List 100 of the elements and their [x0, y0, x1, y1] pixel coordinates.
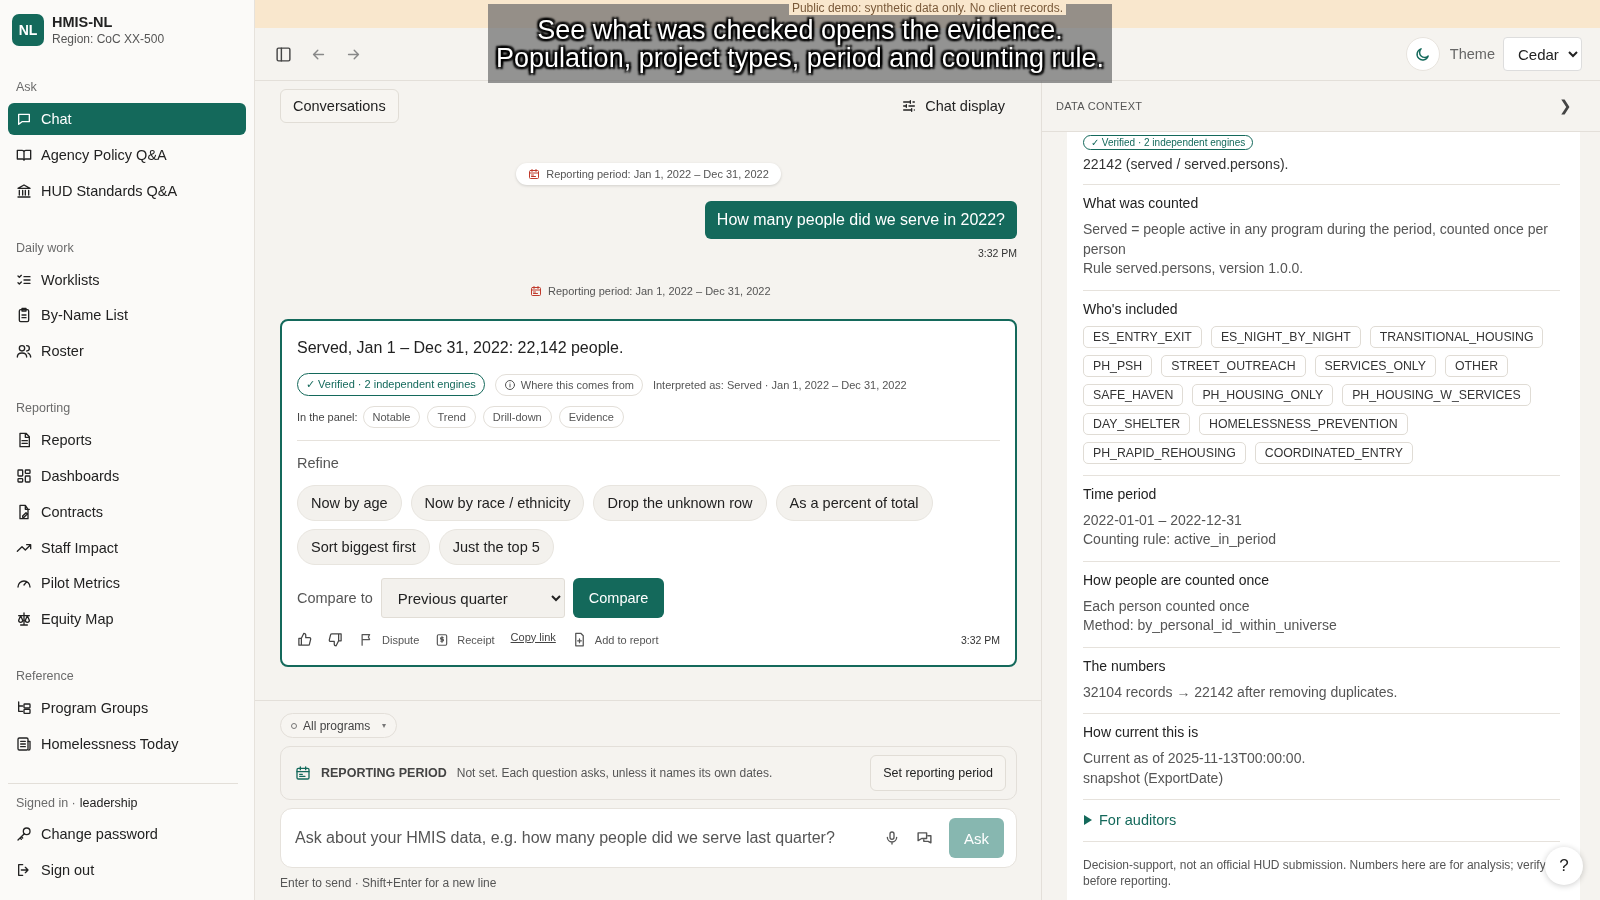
- refine-chip[interactable]: Sort biggest first: [297, 529, 430, 565]
- microphone-button[interactable]: [884, 830, 900, 846]
- compare-button[interactable]: Compare: [572, 578, 665, 618]
- project-type-tag: PH_RAPID_REHOUSING: [1083, 441, 1246, 464]
- section-title: How people are counted once: [1083, 571, 1271, 588]
- info-icon: [503, 378, 516, 391]
- period-note: Not set. Each question asks, unless it names its own dates.: [456, 766, 774, 780]
- scales-icon: [16, 611, 32, 628]
- dark-mode-button[interactable]: [1405, 37, 1440, 71]
- demo-banner: Public demo: synthetic data only. No client records.: [788, 1, 1067, 15]
- period-divider-label: Reporting period: Jan 1, 2022 – Dec 31, 2022: [548, 285, 771, 297]
- thumbs-up-icon: [297, 632, 312, 647]
- account-link[interactable]: Change password: [8, 818, 238, 851]
- panel-chip[interactable]: Notable: [362, 406, 421, 428]
- calendar-icon: [295, 765, 311, 781]
- panel-chip[interactable]: Evidence: [558, 406, 624, 428]
- panel-chip[interactable]: Drill-down: [482, 406, 552, 428]
- add-to-report-button[interactable]: Add to report: [571, 632, 659, 647]
- project-type-tag: DAY_SHELTER: [1083, 412, 1190, 435]
- thumbs-down-icon: [328, 632, 343, 647]
- section-heading: Daily work: [15, 240, 75, 255]
- section-text: Each person counted once: [1083, 596, 1251, 616]
- copy-link[interactable]: Copy link: [510, 630, 556, 643]
- hierarchy-icon: [16, 700, 32, 717]
- sidebar-item[interactable]: Agency Policy Q&A: [8, 138, 246, 171]
- sidebar-item[interactable]: Program Groups: [8, 692, 246, 725]
- receipt-button[interactable]: Receipt: [435, 632, 495, 647]
- caption-line: See what was checked opens the evidence.: [537, 15, 1063, 44]
- sidebar-icon: [275, 45, 292, 63]
- clipboard-icon: [16, 307, 32, 324]
- auditors-toggle[interactable]: For auditors: [1083, 800, 1560, 842]
- pen-document-icon: [16, 503, 32, 520]
- project-type-tag: PH_HOUSING_ONLY: [1192, 383, 1334, 406]
- section-text: Counting rule: active_in_period: [1083, 530, 1277, 549]
- thumbs-up-button[interactable]: [297, 632, 312, 647]
- project-type-tag: HOMELESSNESS_PREVENTION: [1199, 412, 1408, 435]
- sidebar-item[interactable]: Contracts: [8, 495, 246, 528]
- section-title: The numbers: [1083, 657, 1167, 674]
- refine-chip[interactable]: Drop the unknown row: [593, 485, 767, 521]
- set-period-button[interactable]: Set reporting period: [870, 755, 1006, 791]
- period-chip: Reporting period: Jan 1, 2022 – Dec 31, 2022: [516, 163, 781, 185]
- answer-headline: Served, Jan 1 – Dec 31, 2022: 22,142 people.: [297, 339, 625, 357]
- compare-select[interactable]: Previous quarter: [380, 578, 565, 618]
- sidebar-item[interactable]: Staff Impact: [8, 531, 246, 564]
- section-title: Who's included: [1083, 300, 1179, 317]
- conversations-button[interactable]: Conversations: [280, 89, 399, 123]
- source-button[interactable]: Where this comes from: [494, 373, 643, 396]
- sidebar-item[interactable]: Worklists: [8, 263, 246, 296]
- refine-chip[interactable]: As a percent of total: [775, 485, 933, 521]
- section-text: 32104 records → 22142 after removing duplicates.: [1083, 682, 1399, 702]
- sidebar-item[interactable]: Roster: [8, 335, 246, 368]
- region-label: Region: CoC XX-500: [52, 32, 165, 46]
- project-type-tag: TRANSITIONAL_HOUSING: [1369, 325, 1544, 348]
- sliders-icon: [901, 98, 918, 114]
- refine-chip[interactable]: Now by race / ethnicity: [410, 485, 585, 521]
- sidebar-toggle[interactable]: [275, 45, 292, 63]
- sidebar-item[interactable]: By-Name List: [8, 299, 246, 332]
- sidebar-item[interactable]: HUD Standards Q&A: [8, 174, 246, 207]
- project-type-tag: ES_ENTRY_EXIT: [1083, 325, 1202, 348]
- sidebar-item[interactable]: Pilot Metrics: [8, 567, 246, 600]
- sidebar-item[interactable]: Homelessness Today: [8, 727, 246, 760]
- sidebar-item[interactable]: Dashboards: [8, 460, 246, 492]
- panel-chip[interactable]: Trend: [427, 406, 476, 428]
- program-filter[interactable]: All programs ▾: [280, 713, 398, 738]
- result-value: 22142 (served / served.persons).: [1083, 156, 1560, 185]
- panel-label: In the panel:: [297, 411, 358, 423]
- project-type-tag: SAFE_HAVEN: [1083, 383, 1184, 406]
- account-link[interactable]: Sign out: [8, 854, 238, 887]
- section-text: snapshot (ExportDate): [1083, 768, 1225, 788]
- signed-in-label: Signed in ·: [16, 796, 76, 811]
- section-text: 2022-01-01 – 2022-12-31: [1083, 510, 1243, 530]
- dispute-button[interactable]: Dispute: [359, 632, 420, 647]
- input-hint: Enter to send · Shift+Enter for a new line: [280, 876, 498, 890]
- project-type-tag: PH_HOUSING_W_SERVICES: [1342, 383, 1531, 406]
- thumbs-down-button[interactable]: [328, 632, 343, 647]
- newspaper-icon: [16, 735, 32, 752]
- disclaimer: Decision-support, not an official HUD submission. Numbers here are for analysis; verify before reporting.: [1083, 857, 1547, 889]
- refine-chip[interactable]: Now by age: [297, 485, 402, 521]
- project-type-tag: SERVICES_ONLY: [1314, 354, 1436, 377]
- chat-display-button[interactable]: Chat display: [901, 98, 1005, 114]
- sidebar-item[interactable]: Chat: [8, 103, 246, 135]
- user-message: How many people did we serve in 2022?: [704, 201, 1017, 239]
- compare-label: Compare to: [297, 590, 373, 606]
- section-text: Method: by_personal_id_within_universe: [1083, 616, 1338, 635]
- moon-icon: [1414, 45, 1432, 63]
- interpreted-text: Interpreted as: Served · Jan 1, 2022 – Dec 31, 2022: [652, 378, 907, 391]
- theme-select[interactable]: Cedar: [1503, 37, 1582, 71]
- refine-chip[interactable]: Just the top 5: [438, 529, 554, 565]
- section-heading: Ask: [15, 80, 38, 94]
- sidebar-item[interactable]: Equity Map: [8, 603, 246, 636]
- panel-title: DATA CONTEXT: [1056, 100, 1143, 112]
- collapse-button[interactable]: ❯: [1553, 96, 1578, 116]
- sidebar-item[interactable]: Reports: [8, 424, 246, 457]
- section-heading: Reference: [15, 669, 75, 684]
- section-title: Time period: [1083, 485, 1158, 502]
- section-title: What was counted: [1083, 195, 1200, 211]
- theme-label: Theme: [1449, 46, 1495, 62]
- refine-label: Refine: [297, 455, 340, 471]
- calendar-icon: [528, 168, 541, 180]
- chat-icon: [16, 111, 32, 127]
